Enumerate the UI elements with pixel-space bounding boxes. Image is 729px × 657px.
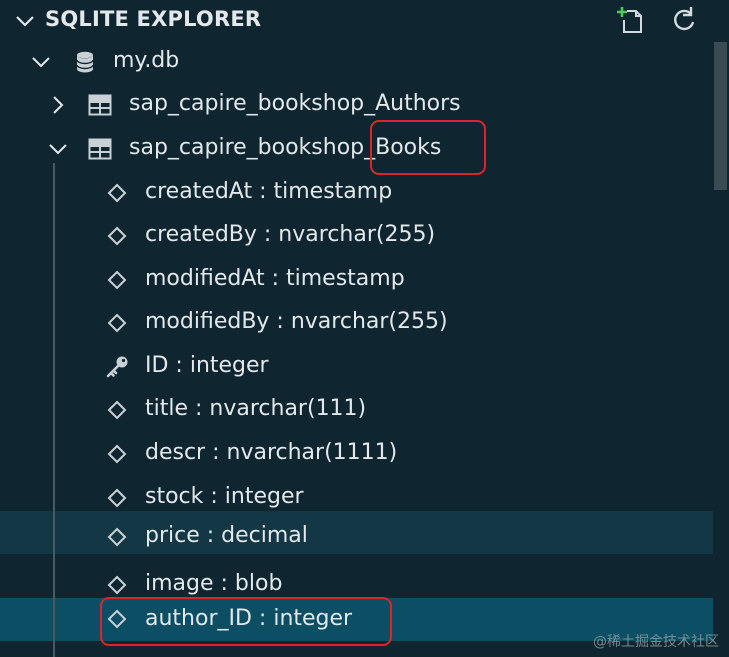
tree-item-label: createdBy : nvarchar(255) <box>145 222 436 247</box>
tree-item-column[interactable]: price : decimal <box>0 511 713 554</box>
chevron-right-icon[interactable] <box>46 93 70 117</box>
field-icon <box>104 267 130 293</box>
field-icon <box>104 441 130 467</box>
field-icon <box>104 524 130 550</box>
tree-item-table[interactable]: sap_capire_bookshop_Books <box>0 127 713 170</box>
tree-item-label: sap_capire_bookshop_Authors <box>129 91 461 116</box>
field-icon <box>104 572 130 598</box>
tree-item-column[interactable]: createdBy : nvarchar(255) <box>0 214 713 257</box>
chevron-down-icon[interactable] <box>46 137 70 161</box>
tree-item-label: sap_capire_bookshop_Books <box>129 135 442 160</box>
panel-header: SQLITE EXPLORER <box>0 0 729 40</box>
field-icon <box>104 310 130 336</box>
tree-item-label: stock : integer <box>145 484 304 509</box>
tree-item-column[interactable]: createdAt : timestamp <box>0 171 713 214</box>
chevron-down-icon[interactable] <box>14 10 36 32</box>
table-icon <box>87 92 113 118</box>
watermark: @稀土掘金技术社区 <box>593 634 719 650</box>
tree-item-label: descr : nvarchar(1111) <box>145 440 398 465</box>
panel-title: SQLITE EXPLORER <box>45 7 262 31</box>
field-icon <box>104 606 130 632</box>
tree-item-label: price : decimal <box>145 523 308 548</box>
field-icon <box>104 223 130 249</box>
tree-item-label: modifiedAt : timestamp <box>145 266 405 291</box>
tree-item-label: ID : integer <box>145 353 269 378</box>
tree-item-label: title : nvarchar(111) <box>145 396 367 421</box>
scrollbar[interactable] <box>713 40 729 657</box>
field-icon <box>104 485 130 511</box>
chevron-down-icon[interactable] <box>29 50 53 74</box>
tree-item-column[interactable]: modifiedAt : timestamp <box>0 258 713 301</box>
tree-item-label: image : blob <box>145 571 283 596</box>
key-icon <box>104 354 130 380</box>
tree-item-table[interactable]: sap_capire_bookshop_Authors <box>0 83 713 126</box>
tree-item-column[interactable]: modifiedBy : nvarchar(255) <box>0 301 713 344</box>
table-icon <box>87 136 113 162</box>
tree-item-column[interactable]: descr : nvarchar(1111) <box>0 432 713 475</box>
field-icon <box>104 180 130 206</box>
tree-item-label: createdAt : timestamp <box>145 179 393 204</box>
scrollbar-thumb[interactable] <box>714 42 727 190</box>
tree-item-database[interactable]: my.db <box>0 40 713 83</box>
tree-item-label: author_ID : integer <box>145 606 353 631</box>
tree-item-column[interactable]: title : nvarchar(111) <box>0 388 713 431</box>
field-icon <box>104 397 130 423</box>
tree-item-label: my.db <box>113 48 180 73</box>
database-icon <box>72 49 98 75</box>
refresh-icon[interactable] <box>667 3 701 37</box>
new-query-icon[interactable] <box>614 3 648 37</box>
tree-item-column[interactable]: ID : integer <box>0 345 713 388</box>
explorer-tree: my.db sap_capire_bookshop_Authors sap_ca… <box>0 40 713 657</box>
indent-guide <box>53 163 55 657</box>
tree-item-label: modifiedBy : nvarchar(255) <box>145 309 448 334</box>
